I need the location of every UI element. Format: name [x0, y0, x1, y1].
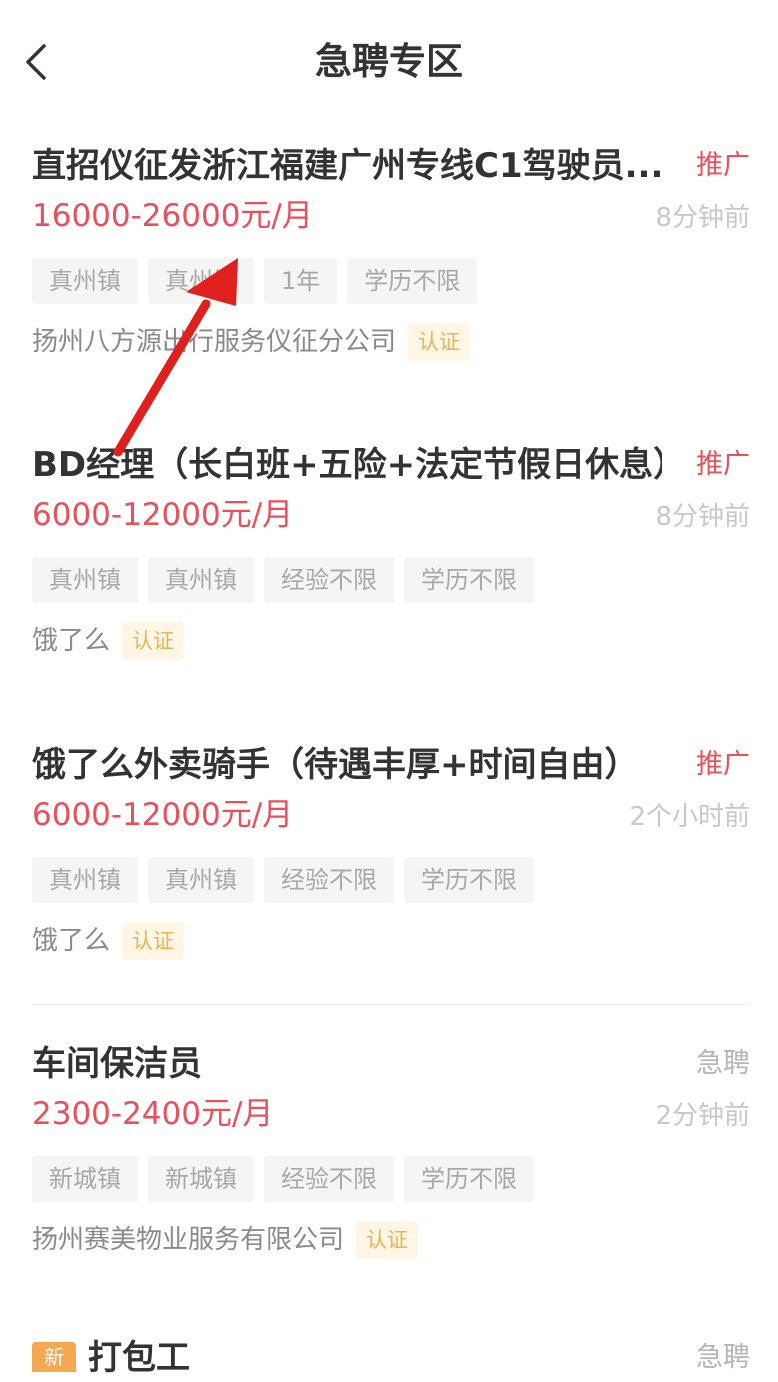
job-title[interactable]: 打包工 — [88, 1334, 190, 1382]
location-tag: 真州镇 — [148, 258, 254, 304]
company-name: 饿了么 — [32, 626, 111, 656]
company-name: 扬州八方源出行服务仪征分公司 — [32, 327, 397, 357]
promo-badge: 推广 — [696, 449, 750, 480]
experience-tag: 经验不限 — [264, 557, 394, 603]
verified-badge: 认证 — [408, 323, 471, 361]
post-time: 8分钟前 — [655, 203, 750, 233]
location-tag: 真州镇 — [148, 857, 254, 903]
location-tag: 新城镇 — [148, 1156, 254, 1202]
company-name: 饿了么 — [32, 926, 111, 956]
job-salary: 16000-26000元/月 — [32, 198, 313, 234]
header-bar: 急聘专区 — [0, 0, 778, 124]
urgent-badge: 急聘 — [696, 1342, 750, 1373]
education-tag: 学历不限 — [404, 557, 534, 603]
new-badge: 新 — [32, 1342, 76, 1372]
job-title: BD经理（长白班+五险+法定节假日休息） — [32, 445, 662, 485]
verified-badge: 认证 — [356, 1221, 419, 1259]
location-tag: 真州镇 — [148, 557, 254, 603]
post-time: 2个小时前 — [629, 802, 750, 832]
location-tag: 真州镇 — [32, 258, 138, 304]
post-time: 8分钟前 — [655, 502, 750, 532]
job-salary: 6000-12000元/月 — [32, 797, 294, 833]
verified-badge: 认证 — [122, 622, 185, 660]
company-row: 饿了么 认证 — [32, 621, 185, 661]
page-title: 急聘专区 — [315, 40, 463, 83]
tag-list: 真州镇 真州镇 经验不限 学历不限 — [32, 857, 534, 903]
job-title: 直招仪征发浙江福建广州专线C1驾驶员... — [32, 146, 662, 186]
post-time: 2分钟前 — [655, 1101, 750, 1131]
company-row: 扬州赛美物业服务有限公司 认证 — [32, 1220, 419, 1260]
job-title: 车间保洁员 — [32, 1044, 202, 1084]
company-row: 饿了么 认证 — [32, 921, 185, 961]
tag-list: 真州镇 真州镇 1年 学历不限 — [32, 258, 478, 304]
company-row: 扬州八方源出行服务仪征分公司 认证 — [32, 322, 471, 362]
experience-tag: 1年 — [264, 258, 338, 304]
job-salary: 2300-2400元/月 — [32, 1096, 274, 1132]
verified-badge: 认证 — [122, 922, 185, 960]
promo-badge: 推广 — [696, 749, 750, 780]
job-title: 饿了么外卖骑手（待遇丰厚+时间自由） — [32, 745, 639, 785]
education-tag: 学历不限 — [347, 258, 478, 304]
job-salary: 6000-12000元/月 — [32, 497, 294, 533]
promo-badge: 推广 — [696, 150, 750, 181]
urgent-badge: 急聘 — [696, 1048, 750, 1079]
location-tag: 真州镇 — [32, 557, 138, 603]
tag-list: 真州镇 真州镇 经验不限 学历不限 — [32, 557, 534, 603]
experience-tag: 经验不限 — [264, 1156, 394, 1202]
company-name: 扬州赛美物业服务有限公司 — [32, 1225, 345, 1255]
experience-tag: 经验不限 — [264, 857, 394, 903]
education-tag: 学历不限 — [404, 1156, 534, 1202]
education-tag: 学历不限 — [404, 857, 534, 903]
location-tag: 新城镇 — [32, 1156, 138, 1202]
tag-list: 新城镇 新城镇 经验不限 学历不限 — [32, 1156, 534, 1202]
location-tag: 真州镇 — [32, 857, 138, 903]
divider — [32, 1004, 750, 1005]
